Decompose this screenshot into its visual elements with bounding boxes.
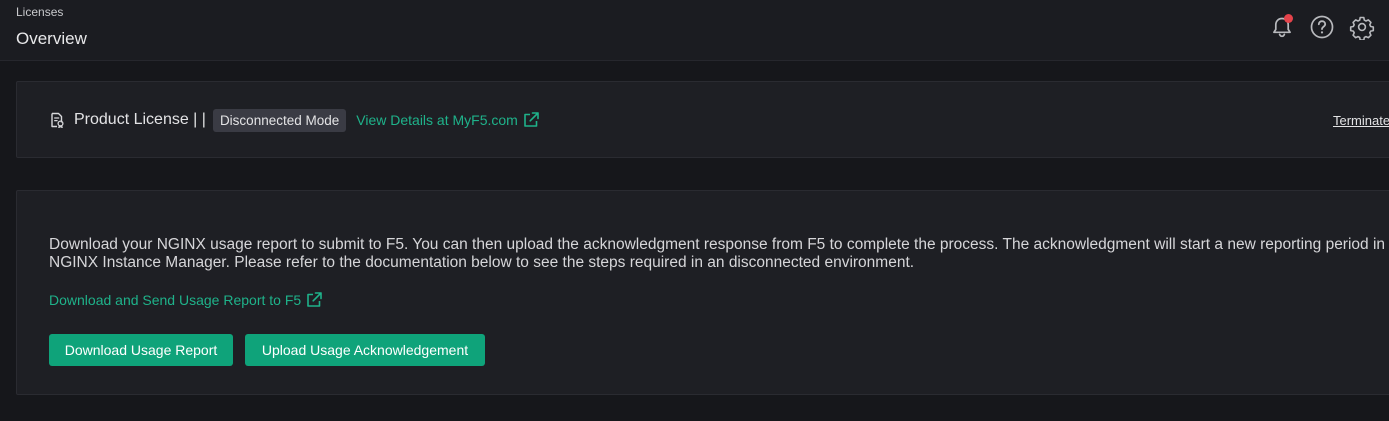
notification-dot — [1284, 14, 1293, 23]
license-row: Product License | | Disconnected Mode Vi… — [49, 108, 540, 132]
page-title: Overview — [16, 29, 87, 48]
upload-usage-acknowledgement-button[interactable]: Upload Usage Acknowledgement — [245, 334, 485, 366]
usage-report-card: Download your NGINX usage report to subm… — [16, 190, 1389, 395]
help-icon[interactable] — [1309, 14, 1335, 40]
product-license-card: Product License | | Disconnected Mode Vi… — [16, 81, 1389, 158]
license-title: Product License | | — [74, 111, 206, 128]
license-document-icon — [51, 112, 64, 128]
gear-icon[interactable] — [1349, 14, 1375, 40]
terminate-link[interactable]: Terminate — [1333, 113, 1389, 128]
breadcrumb[interactable]: Licenses — [16, 5, 63, 19]
external-link-icon — [524, 112, 539, 127]
header-actions — [1269, 14, 1389, 42]
view-details-link[interactable]: View Details at MyF5.com — [356, 111, 540, 129]
external-link-icon — [307, 292, 322, 307]
download-usage-report-button[interactable]: Download Usage Report — [49, 334, 233, 366]
view-details-label: View Details at MyF5.com — [356, 112, 518, 128]
bell-icon[interactable] — [1269, 14, 1295, 40]
mode-badge: Disconnected Mode — [212, 108, 347, 132]
usage-doc-label: Download and Send Usage Report to F5 — [49, 292, 302, 308]
page-header: Licenses Overview — [0, 0, 1389, 61]
usage-doc-link[interactable]: Download and Send Usage Report to F5 — [49, 291, 323, 309]
usage-description: Download your NGINX usage report to subm… — [49, 236, 1386, 271]
